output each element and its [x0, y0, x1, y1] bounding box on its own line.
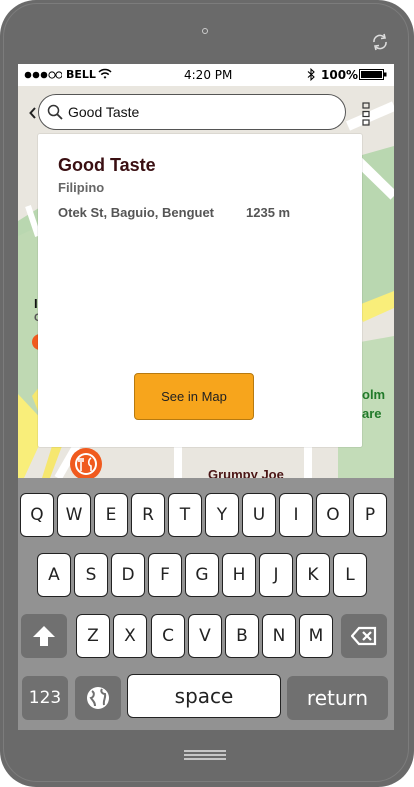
key-r[interactable]: R	[131, 493, 165, 537]
shift-arrow-icon	[33, 626, 55, 646]
search-bar[interactable]: Good Taste	[38, 94, 346, 130]
key-j[interactable]: J	[259, 553, 293, 597]
see-in-map-button[interactable]: See in Map	[134, 373, 254, 420]
key-u[interactable]: U	[242, 493, 276, 537]
vertical-dots-icon[interactable]	[362, 102, 370, 126]
key-c[interactable]: C	[151, 614, 185, 658]
map-label-park-line2: are	[362, 406, 382, 421]
phone-frame: BELL 4:20 PM 100% I olm are Grumpy Joe G…	[0, 0, 414, 787]
key-i[interactable]: I	[279, 493, 313, 537]
search-input[interactable]: Good Taste	[68, 104, 139, 120]
key-g[interactable]: G	[185, 553, 219, 597]
clock-time: 4:20 PM	[184, 68, 233, 82]
result-card: Good Taste Filipino Otek St, Baguio, Ben…	[38, 134, 362, 447]
battery-percentage: 100%	[321, 68, 359, 82]
key-q[interactable]: Q	[20, 493, 54, 537]
key-y[interactable]: Y	[205, 493, 239, 537]
keyboard: Q W E R T Y U I O P A S D F G H J K L Z …	[18, 478, 394, 730]
globe-key[interactable]	[75, 676, 121, 720]
map-label-park-line1: olm	[362, 387, 386, 402]
front-camera	[202, 28, 208, 34]
chevron-left-icon[interactable]	[29, 107, 37, 119]
carrier-label: BELL	[66, 68, 96, 81]
battery-icon	[359, 69, 387, 80]
backspace-icon	[351, 626, 377, 646]
restaurant-distance: 1235 m	[246, 205, 291, 220]
shift-key[interactable]	[21, 614, 67, 658]
backspace-key[interactable]	[341, 614, 387, 658]
key-d[interactable]: D	[111, 553, 145, 597]
restaurant-address: Otek St, Baguio, Benguet	[58, 205, 215, 220]
key-t[interactable]: T	[168, 493, 202, 537]
search-icon	[47, 104, 63, 120]
space-key[interactable]: space	[127, 674, 281, 718]
bluetooth-icon	[307, 68, 315, 81]
key-h[interactable]: H	[222, 553, 256, 597]
signal-strength-icon	[24, 71, 62, 79]
key-k[interactable]: K	[296, 553, 330, 597]
wifi-icon	[98, 68, 112, 79]
key-x[interactable]: X	[113, 614, 147, 658]
numbers-key[interactable]: 123	[22, 676, 68, 720]
key-f[interactable]: F	[148, 553, 182, 597]
key-n[interactable]: N	[262, 614, 296, 658]
key-l[interactable]: L	[333, 553, 367, 597]
restaurant-name: Good Taste	[58, 155, 156, 175]
key-s[interactable]: S	[74, 553, 108, 597]
key-w[interactable]: W	[57, 493, 91, 537]
screen: BELL 4:20 PM 100% I olm are Grumpy Joe G…	[18, 64, 394, 730]
home-button-icon[interactable]	[182, 748, 228, 762]
globe-icon	[87, 687, 109, 709]
key-z[interactable]: Z	[76, 614, 110, 658]
key-p[interactable]: P	[353, 493, 387, 537]
key-m[interactable]: M	[299, 614, 333, 658]
key-a[interactable]: A	[37, 553, 71, 597]
status-bar: BELL 4:20 PM 100%	[18, 64, 394, 86]
restaurant-cuisine: Filipino	[58, 180, 105, 195]
key-o[interactable]: O	[316, 493, 350, 537]
key-v[interactable]: V	[188, 614, 222, 658]
return-key[interactable]: return	[287, 676, 388, 720]
key-b[interactable]: B	[225, 614, 259, 658]
key-e[interactable]: E	[94, 493, 128, 537]
rotate-icon[interactable]	[370, 32, 390, 52]
